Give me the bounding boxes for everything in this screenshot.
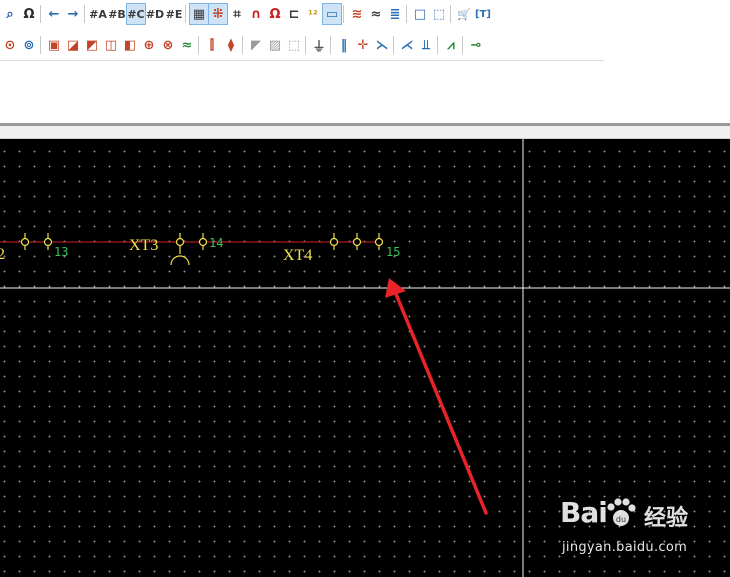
toolbar-separator bbox=[343, 5, 344, 23]
watermark-logo-text: Bai bbox=[560, 496, 608, 529]
symbol-a-icon[interactable]: ⊙ bbox=[0, 34, 20, 56]
grid-d-icon[interactable]: #D bbox=[145, 3, 165, 25]
find-icon[interactable]: ⌕ bbox=[0, 3, 20, 25]
device-insert-icon[interactable]: ◫ bbox=[101, 34, 121, 56]
toolbar-separator bbox=[198, 36, 199, 54]
toolbar-separator bbox=[450, 5, 451, 23]
toolbar-separator bbox=[406, 5, 407, 23]
watermark-jingyan-text: 经验 bbox=[644, 506, 689, 531]
text-tool-icon[interactable]: [T] bbox=[473, 3, 493, 25]
snap-connect-icon[interactable]: ⊏ bbox=[284, 3, 304, 25]
toolbar-separator bbox=[84, 5, 85, 23]
toolbar-separator bbox=[305, 36, 306, 54]
ruler-icon[interactable]: ▭ bbox=[322, 3, 342, 25]
numbering-icon[interactable]: ¹² bbox=[303, 3, 323, 25]
device-label-xt3: XT3 bbox=[129, 237, 158, 254]
wire-curve-icon[interactable]: ≈ bbox=[366, 3, 386, 25]
baidu-watermark: Bai du 经验 jingyan.baidu.com bbox=[560, 494, 700, 564]
wire-junction-icon[interactable]: ⋋ bbox=[372, 34, 392, 56]
device-tag-icon[interactable]: ◪ bbox=[63, 34, 83, 56]
fill-icon[interactable]: ◤ bbox=[246, 34, 266, 56]
toolbar-separator bbox=[462, 36, 463, 54]
toolbar-separator bbox=[40, 5, 41, 23]
toolbar-separator bbox=[185, 5, 186, 23]
device-label-partial: 2 bbox=[0, 246, 5, 263]
watermark-url: jingyan.baidu.com bbox=[562, 540, 688, 555]
back-arrow-icon[interactable]: ← bbox=[44, 3, 64, 25]
grid-e-icon[interactable]: #E bbox=[164, 3, 184, 25]
wire-jump-icon[interactable]: ⊸ bbox=[466, 34, 486, 56]
toolbar-row-2: ⊙ ⊚ ▣ ◪ ◩ ◫ ◧ ⊕ ⊗ ≈ ⫿ ⧫ ◤ ▨ ⬚ ⏚ ‖ ✛ ⋋ ⋌ ⫫ ⩘ ⊸ bbox=[0, 31, 604, 59]
cable-icon[interactable]: ≈ bbox=[177, 34, 197, 56]
paw-icon: du bbox=[607, 498, 636, 526]
forward-arrow-icon[interactable]: → bbox=[63, 3, 83, 25]
find-replace-icon[interactable]: Ω bbox=[19, 3, 39, 25]
wire-break-icon[interactable]: ‖ bbox=[334, 34, 354, 56]
grid-c-icon[interactable]: #C bbox=[126, 3, 146, 25]
ground-icon[interactable]: ⏚ bbox=[309, 34, 329, 56]
wire-diag-icon[interactable]: ⩘ bbox=[441, 34, 461, 56]
magnet-icon[interactable]: ∩ bbox=[246, 3, 266, 25]
hatch-icon[interactable]: ▨ bbox=[265, 34, 285, 56]
select-area-icon[interactable]: ⬚ bbox=[429, 3, 449, 25]
cart-icon[interactable]: 🛒 bbox=[454, 3, 474, 25]
pin-number-15: 15 bbox=[386, 245, 400, 259]
device-icon[interactable]: ▣ bbox=[44, 34, 64, 56]
toolbar-separator bbox=[330, 36, 331, 54]
dotted-box-icon[interactable]: ⬚ bbox=[284, 34, 304, 56]
grid-a-icon[interactable]: #A bbox=[88, 3, 108, 25]
toolbar-row-1: ⌕ Ω ← → #A #B #C #D #E ▦ ⁜ ⌗ ∩ Ω ⊏ ¹² ▭ ≋ ≈ ≣ □ ⬚ 🛒 [T] bbox=[0, 0, 604, 28]
magnet-object-icon[interactable]: Ω bbox=[265, 3, 285, 25]
device-filter-icon[interactable]: ◩ bbox=[82, 34, 102, 56]
wire-tee-icon[interactable]: ⫫ bbox=[416, 34, 436, 56]
connector-icon[interactable]: ⫿ bbox=[202, 34, 222, 56]
svg-text:du: du bbox=[616, 515, 626, 524]
connector-alt-icon[interactable]: ⧫ bbox=[221, 34, 241, 56]
toolbar-separator bbox=[393, 36, 394, 54]
terminal-alt-icon[interactable]: ⊗ bbox=[158, 34, 178, 56]
wire-bundle-icon[interactable]: ≣ bbox=[385, 3, 405, 25]
toolbar-separator bbox=[40, 36, 41, 54]
toolbar-dock-area bbox=[0, 61, 730, 123]
wire-cross-icon[interactable]: ✛ bbox=[353, 34, 373, 56]
device-link-icon[interactable]: ◧ bbox=[120, 34, 140, 56]
grid-toggle-icon[interactable]: ▦ bbox=[189, 3, 209, 25]
crosshair-icon[interactable]: ⌗ bbox=[227, 3, 247, 25]
annotation-arrow bbox=[385, 278, 488, 515]
snap-grid-icon[interactable]: ⁜ bbox=[208, 3, 228, 25]
wire-angle-icon[interactable]: ⋌ bbox=[397, 34, 417, 56]
grid-b-icon[interactable]: #B bbox=[107, 3, 127, 25]
pin-number-13: 13 bbox=[54, 245, 68, 259]
device-label-xt4: XT4 bbox=[283, 247, 312, 264]
canvas-header-strip bbox=[0, 126, 730, 139]
terminal-14-symbol[interactable] bbox=[170, 233, 208, 266]
toolbar-separator bbox=[437, 36, 438, 54]
wire-lines-icon[interactable]: ≋ bbox=[347, 3, 367, 25]
terminal-icon[interactable]: ⊕ bbox=[139, 34, 159, 56]
select-small-icon[interactable]: □ bbox=[410, 3, 430, 25]
symbol-b-icon[interactable]: ⊚ bbox=[19, 34, 39, 56]
pin-number-14: 14 bbox=[209, 236, 223, 250]
toolbar-separator bbox=[242, 36, 243, 54]
